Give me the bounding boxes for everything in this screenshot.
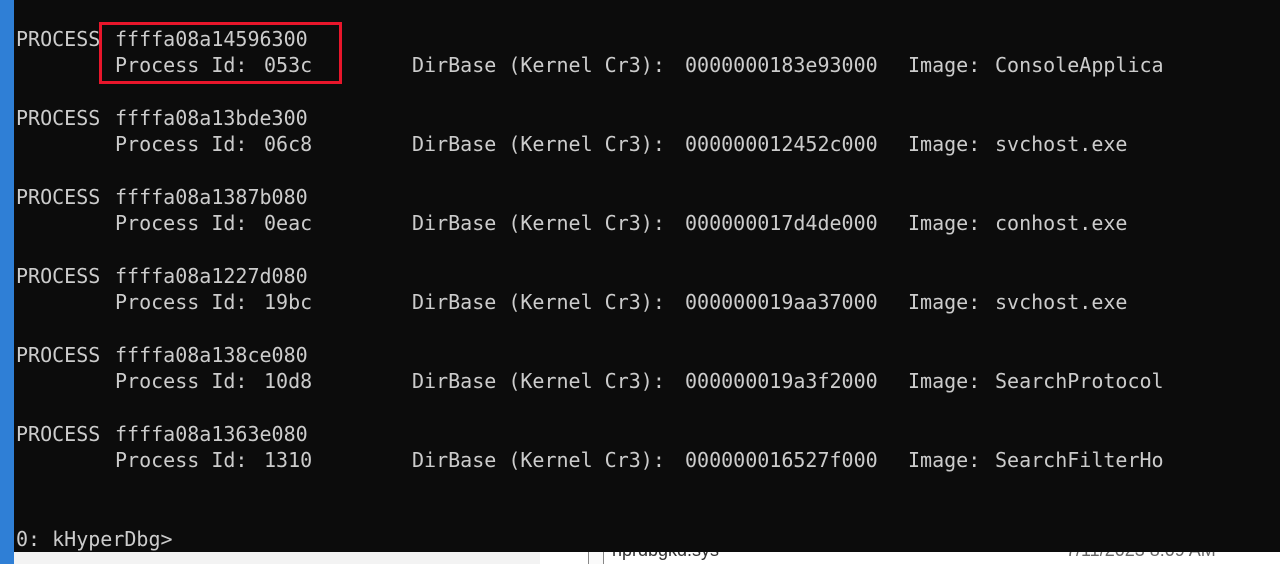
window-accent-strip: [0, 0, 14, 564]
process-id: 1310: [264, 448, 313, 472]
process-id: 0eac: [264, 211, 313, 235]
process-detail-line: Process Id: 1310 DirBase (Kernel Cr3): 0…: [16, 447, 1164, 473]
process-label: PROCESS: [16, 185, 101, 209]
process-id-label: Process Id:: [115, 369, 248, 393]
image-name: ConsoleApplica: [995, 53, 1164, 77]
image-name: SearchProtocol: [995, 369, 1164, 393]
process-address: ffffa08a138ce080: [115, 343, 308, 367]
process-label: PROCESS: [16, 264, 101, 288]
process-id: 19bc: [264, 290, 313, 314]
process-header-line: PROCESS ffffa08a14596300: [16, 26, 308, 52]
image-name: SearchFilterHo: [995, 448, 1164, 472]
process-address: ffffa08a13bde300: [115, 106, 308, 130]
process-header-line: PROCESS ffffa08a1387b080: [16, 184, 308, 210]
dirbase-value: 000000012452c000: [685, 132, 878, 156]
process-id: 06c8: [264, 132, 313, 156]
process-detail-line: Process Id: 10d8 DirBase (Kernel Cr3): 0…: [16, 368, 1164, 394]
file-icon: [588, 550, 604, 564]
process-label: PROCESS: [16, 27, 101, 51]
dirbase-value: 000000017d4de000: [685, 211, 878, 235]
process-detail-line: Process Id: 0eac DirBase (Kernel Cr3): 0…: [16, 210, 1127, 236]
process-detail-line: Process Id: 06c8 DirBase (Kernel Cr3): 0…: [16, 131, 1127, 157]
command-prompt[interactable]: 0: kHyperDbg>: [16, 526, 173, 552]
image-label: Image:: [908, 53, 981, 77]
dirbase-label: DirBase (Kernel Cr3):: [412, 369, 665, 393]
image-label: Image:: [908, 290, 981, 314]
image-label: Image:: [908, 369, 981, 393]
process-address: ffffa08a1227d080: [115, 264, 308, 288]
process-label: PROCESS: [16, 343, 101, 367]
dirbase-label: DirBase (Kernel Cr3):: [412, 132, 665, 156]
image-label: Image:: [908, 132, 981, 156]
process-address: ffffa08a1387b080: [115, 185, 308, 209]
process-header-line: PROCESS ffffa08a1227d080: [16, 263, 308, 289]
image-name: svchost.exe: [995, 290, 1128, 314]
process-id-label: Process Id:: [115, 290, 248, 314]
image-label: Image:: [908, 448, 981, 472]
process-detail-line: Process Id: 053c DirBase (Kernel Cr3): 0…: [16, 52, 1164, 78]
process-address: ffffa08a1363e080: [115, 422, 308, 446]
image-name: svchost.exe: [995, 132, 1128, 156]
dirbase-label: DirBase (Kernel Cr3):: [412, 290, 665, 314]
dirbase-label: DirBase (Kernel Cr3):: [412, 53, 665, 77]
process-detail-line: Process Id: 19bc DirBase (Kernel Cr3): 0…: [16, 289, 1127, 315]
process-label: PROCESS: [16, 106, 101, 130]
image-label: Image:: [908, 211, 981, 235]
dirbase-value: 000000016527f000: [685, 448, 878, 472]
image-name: conhost.exe: [995, 211, 1128, 235]
process-id: 10d8: [264, 369, 313, 393]
debugger-console[interactable]: PROCESS ffffa08a14596300 Process Id: 053…: [14, 0, 1280, 552]
dirbase-value: 0000000183e93000: [685, 53, 878, 77]
process-label: PROCESS: [16, 422, 101, 446]
process-id-label: Process Id:: [115, 448, 248, 472]
process-id-label: Process Id:: [115, 132, 248, 156]
dirbase-label: DirBase (Kernel Cr3):: [412, 211, 665, 235]
process-header-line: PROCESS ffffa08a13bde300: [16, 105, 308, 131]
process-header-line: PROCESS ffffa08a1363e080: [16, 421, 308, 447]
dirbase-value: 000000019a3f2000: [685, 369, 878, 393]
process-id-label: Process Id:: [115, 211, 248, 235]
highlight-annotation-box: [99, 22, 342, 84]
process-header-line: PROCESS ffffa08a138ce080: [16, 342, 308, 368]
dirbase-label: DirBase (Kernel Cr3):: [412, 448, 665, 472]
dirbase-value: 000000019aa37000: [685, 290, 878, 314]
